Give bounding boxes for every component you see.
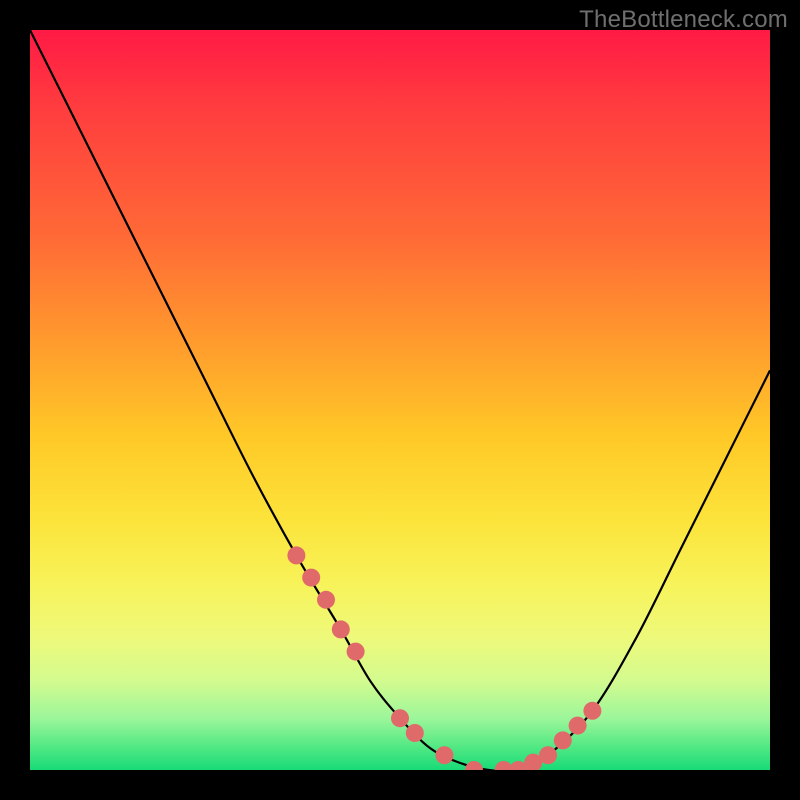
highlight-dot: [554, 731, 572, 749]
highlight-dot: [391, 709, 409, 727]
highlight-dot: [569, 717, 587, 735]
highlight-dot: [302, 569, 320, 587]
highlight-dot: [317, 591, 335, 609]
bottleneck-curve: [30, 30, 770, 770]
highlight-dot: [347, 643, 365, 661]
chart-frame: TheBottleneck.com: [0, 0, 800, 800]
highlight-dot: [287, 546, 305, 564]
highlight-dot: [539, 746, 557, 764]
highlight-dot: [435, 746, 453, 764]
curve-svg: [30, 30, 770, 770]
highlight-dot: [332, 620, 350, 638]
highlight-dot: [583, 702, 601, 720]
highlight-dot: [465, 761, 483, 770]
highlight-dot: [406, 724, 424, 742]
highlight-dots: [287, 546, 601, 770]
plot-area: [30, 30, 770, 770]
